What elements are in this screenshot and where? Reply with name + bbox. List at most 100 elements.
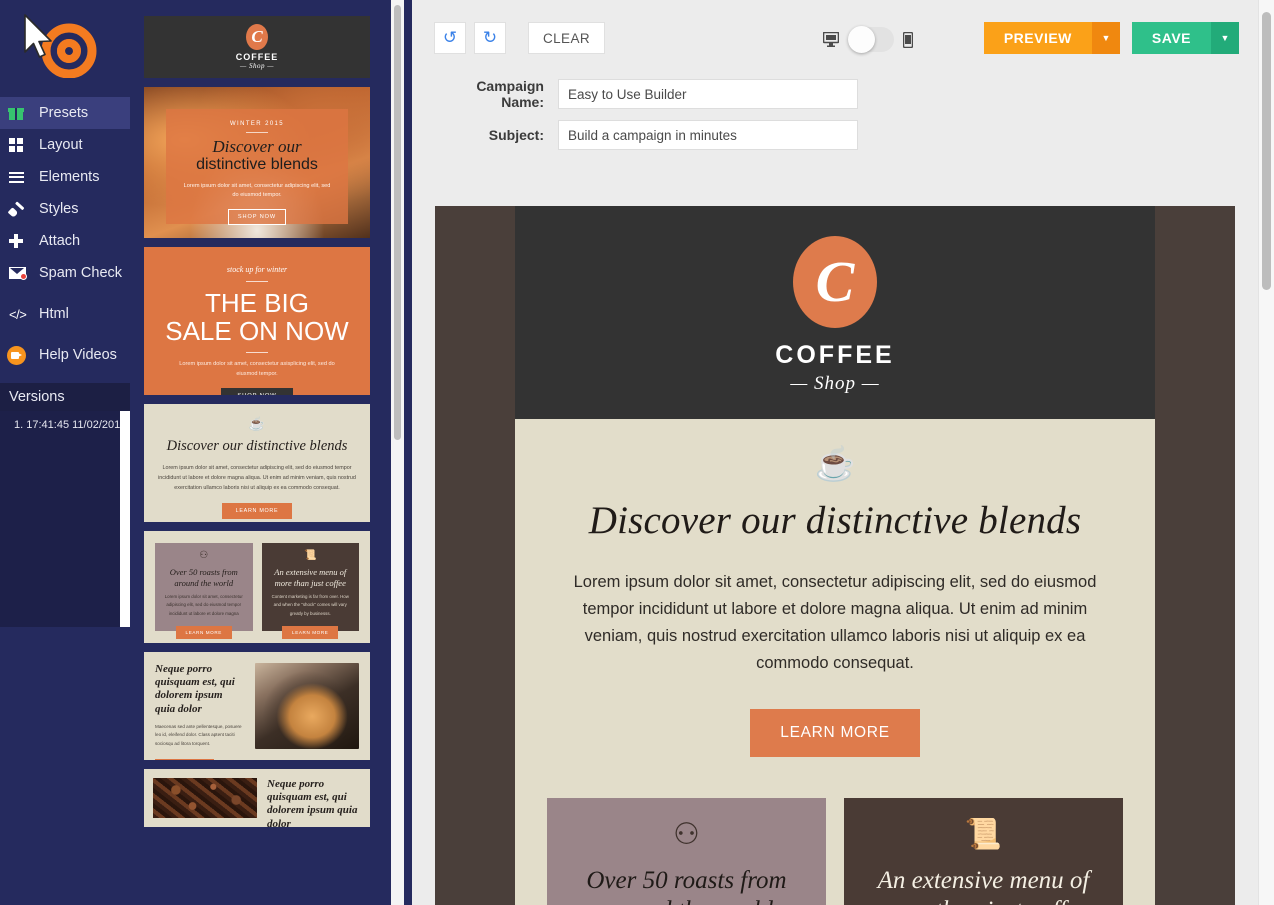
save-dropdown-caret[interactable]: ▼ (1211, 22, 1239, 54)
versions-header: Versions (0, 383, 130, 411)
sidebar-item-spam-check[interactable]: Spam Check (0, 257, 130, 289)
sidebar-label-attach: Attach (39, 233, 81, 249)
brush-icon (7, 200, 31, 218)
email-column-right[interactable]: 📜 An extensive menu of more than just co… (844, 797, 1123, 905)
thumb-hero-body: Lorem ipsum dolor sit amet, consectetur … (183, 182, 331, 199)
sidebar-item-help-videos[interactable]: Help Videos (0, 339, 130, 371)
campaign-name-input[interactable] (558, 79, 858, 109)
versions-scrollbar[interactable] (120, 411, 130, 627)
template-thumb-hero-photo[interactable]: WINTER 2015 Discover our distinctive ble… (144, 87, 370, 238)
coffee-beans-icon: ⚇ (673, 817, 700, 851)
thumb-sale-body: Lorem ipsum dolor sit amet, consectetur … (179, 361, 335, 377)
thumb-hero-kicker: WINTER 2015 (229, 121, 285, 127)
template-thumb-logo-header[interactable]: C COFFEE — Shop — (144, 16, 370, 78)
sidebar-item-attach[interactable]: Attach (0, 225, 130, 257)
sidebar-label-presets: Presets (39, 105, 89, 121)
coffee-beans-photo (153, 778, 257, 818)
redo-button[interactable]: ↻ (474, 22, 506, 54)
thumb-hero-title-italic: Discover our (212, 137, 302, 156)
thumb-split-title: Neque porro quisquam est, qui dolorem ip… (155, 663, 235, 715)
thumb-card-left-cta[interactable]: LEARN MORE (175, 625, 232, 639)
nav-divider-gap-2 (0, 330, 130, 339)
target-spiral-logo[interactable] (24, 13, 97, 78)
email-preview-canvas[interactable]: C COFFEE — Shop — ☕ Discover our distinc… (435, 206, 1235, 905)
sidebar-label-html: Html (39, 306, 69, 322)
preview-button[interactable]: PREVIEW ▼ (983, 22, 1120, 54)
thumb-brand-name: COFFEE (235, 52, 279, 62)
coffee-cup-icon: ☕ (248, 416, 266, 431)
version-index: 1. (14, 419, 24, 431)
thumb-card-right[interactable]: 📜 An extensive menu of more than just co… (261, 543, 359, 639)
thumb-card-left-title: Over 50 roasts from around the world (169, 567, 238, 588)
sidebar-item-layout[interactable]: Layout (0, 129, 130, 161)
subject-label: Subject: (488, 127, 544, 143)
save-button[interactable]: SAVE ▼ (1131, 22, 1239, 54)
preview-label: PREVIEW (983, 22, 1092, 54)
thumb-sale-line1: THE BIG (204, 288, 309, 318)
sidebar-item-elements[interactable]: Elements (0, 161, 130, 193)
thumb-card-left[interactable]: ⚇ Over 50 roasts from around the world L… (155, 543, 253, 639)
preview-dropdown-caret[interactable]: ▼ (1091, 22, 1120, 54)
nav-item-list: Presets Layout Elements Styles Attach Sp… (0, 97, 130, 371)
version-list-item[interactable]: 1. 17:41:45 11/02/2017 (0, 411, 130, 431)
sidebar-item-styles[interactable]: Styles (0, 193, 130, 225)
thumb-card-right-title: An extensive menu of more than just coff… (274, 567, 347, 588)
templates-scrollbar-thumb[interactable] (394, 5, 401, 440)
template-thumb-discover[interactable]: ☕ Discover our distinctive blends Lorem … (144, 404, 370, 522)
email-header-block[interactable]: C COFFEE — Shop — (515, 206, 1155, 419)
video-icon (7, 345, 31, 365)
template-thumb-photo-text[interactable]: Neque porro quisquam est, qui dolorem ip… (144, 769, 370, 827)
thumb-hero-rule (246, 132, 268, 133)
envelope-blocked-icon (9, 264, 31, 282)
undo-button[interactable]: ↺ (434, 22, 466, 54)
subject-row: Subject: (434, 120, 1274, 150)
versions-panel: 1. 17:41:45 11/02/2017 (0, 411, 130, 627)
device-toggle[interactable] (848, 26, 895, 53)
template-thumb-big-sale[interactable]: stock up for winter THE BIG SALE ON NOW … (144, 247, 370, 395)
clear-button[interactable]: CLEAR (528, 22, 606, 54)
sidebar-label-styles: Styles (39, 201, 79, 217)
mobile-icon[interactable] (903, 31, 914, 48)
code-icon: </> (9, 306, 27, 322)
thumb-card-right-body: Content marketing is far from over. How … (271, 594, 349, 616)
thumb-card-left-body: Lorem ipsum dolor sit amet, consectetur … (164, 594, 243, 616)
subject-input[interactable] (558, 120, 858, 150)
thumb-sale-cta[interactable]: SHOP NOW (221, 388, 293, 395)
email-learn-more-button[interactable]: LEARN MORE (750, 708, 920, 757)
sidebar-label-elements: Elements (39, 169, 100, 185)
email-body-block[interactable]: ☕ Discover our distinctive blends Lorem … (515, 419, 1155, 905)
thumb-split-text: Neque porro quisquam est, qui dolorem ip… (155, 663, 245, 760)
email-brand-sub: — Shop — (790, 373, 880, 394)
main-scrollbar-thumb[interactable] (1262, 12, 1271, 290)
thumb-hero-cta[interactable]: SHOP NOW (227, 208, 287, 225)
latte-art-photo (255, 663, 359, 749)
versions-title: Versions (9, 389, 65, 405)
email-column-left[interactable]: ⚇ Over 50 roasts from around the world L… (547, 797, 826, 905)
thumb-logo-block: C COFFEE — Shop — (236, 24, 279, 70)
lines-icon (9, 168, 31, 186)
thumb-hero-overlay: WINTER 2015 Discover our distinctive ble… (166, 109, 348, 225)
thumb-hero-title-plain: distinctive blends (196, 156, 318, 174)
email-content-wrapper: C COFFEE — Shop — ☕ Discover our distinc… (515, 206, 1155, 905)
campaign-name-row: Campaign Name: (434, 78, 1274, 110)
thumb-logo-letter: C (245, 24, 268, 50)
sidebar-item-presets[interactable]: Presets (0, 97, 130, 129)
thumb-split-rev-title: Neque porro quisquam est, qui dolorem ip… (267, 778, 358, 827)
campaign-fields: Campaign Name: Subject: (412, 78, 1274, 150)
thumb-discover-cta[interactable]: LEARN MORE (221, 503, 293, 519)
template-thumb-two-cards[interactable]: ⚇ Over 50 roasts from around the world L… (144, 531, 370, 643)
gift-icon (8, 104, 31, 122)
thumb-split-cta[interactable]: SHOP NOW (155, 758, 215, 760)
thumb-split-body: Maecenas sed ante pellentesque, posuere … (155, 723, 242, 747)
email-logo-circle: C (793, 236, 877, 328)
email-column-left-title: Over 50 roasts from around the world (586, 866, 787, 905)
email-headline: Discover our distinctive blends (588, 499, 1082, 542)
template-thumb-text-photo[interactable]: Neque porro quisquam est, qui dolorem ip… (144, 652, 370, 760)
email-paragraph: Lorem ipsum dolor sit amet, consectetur … (573, 573, 1097, 672)
desktop-icon[interactable] (823, 32, 840, 47)
thumb-sale-line2: SALE ON NOW (165, 316, 349, 347)
sidebar-item-html[interactable]: </> Html (0, 298, 130, 330)
menu-card-icon: 📜 (964, 817, 1003, 851)
toolbar-actions: PREVIEW ▼ SAVE ▼ (983, 22, 1239, 54)
thumb-card-right-cta[interactable]: LEARN MORE (282, 625, 339, 639)
